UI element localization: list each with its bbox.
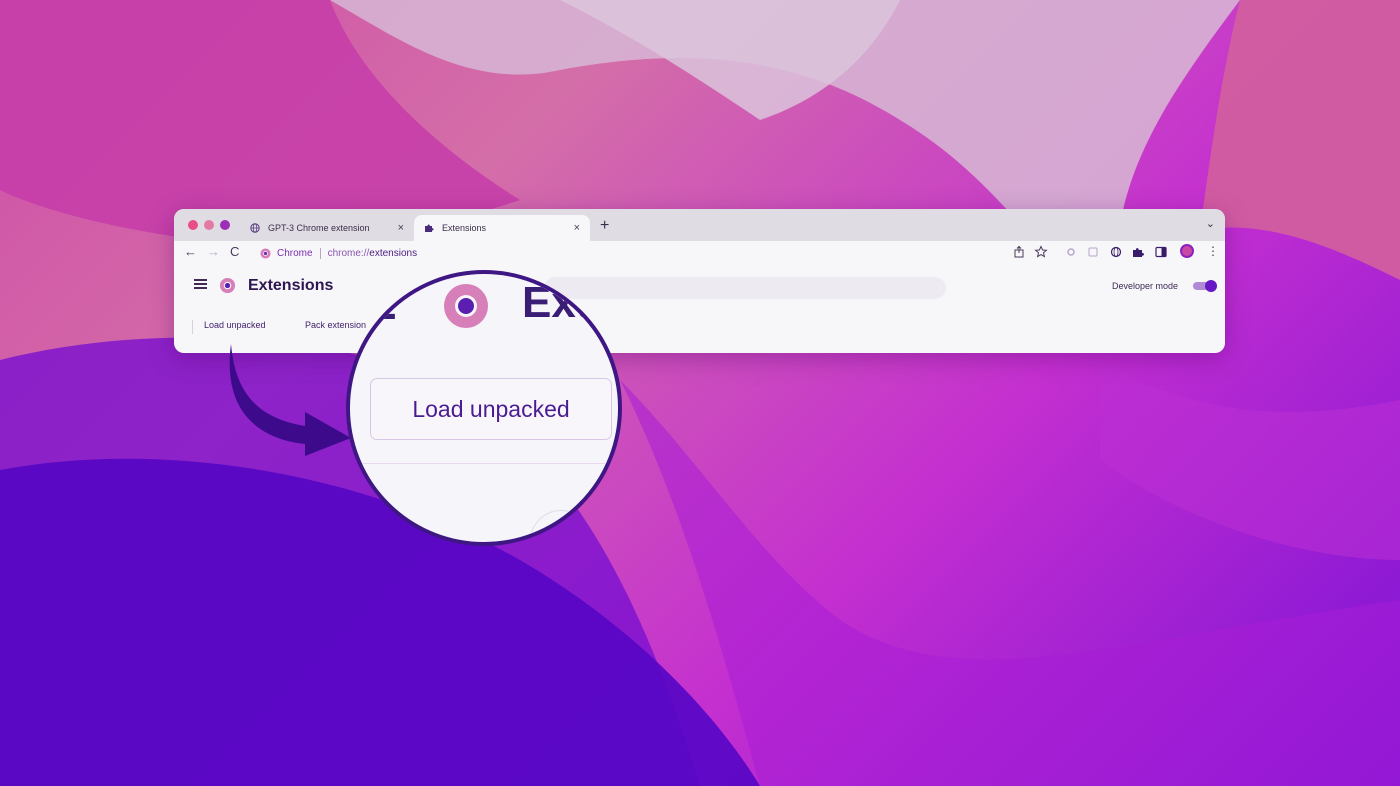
desktop-wallpaper [0, 0, 1400, 786]
globe-icon [250, 223, 260, 233]
developer-mode-label: Developer mode [1112, 281, 1179, 291]
hamburger-menu-icon[interactable] [194, 279, 207, 289]
extensions-logo-icon [219, 277, 236, 294]
extension-square-icon[interactable] [1086, 245, 1100, 259]
address-bar[interactable]: Chrome chrome://extensions [252, 243, 1132, 263]
developer-actions-row: Load unpacked Pack extension [174, 313, 1225, 343]
magnifier-zoom: E Ext Load unpacked [346, 270, 622, 546]
tab-strip: GPT-3 Chrome extension × Extensions × + … [174, 209, 1225, 241]
browser-window: GPT-3 Chrome extension × Extensions × + … [174, 209, 1225, 353]
close-window-button[interactable] [188, 220, 198, 230]
developer-mode-toggle[interactable] [1193, 280, 1217, 292]
extension-globe-icon[interactable] [1109, 245, 1123, 259]
minimize-window-button[interactable] [204, 220, 214, 230]
load-unpacked-button[interactable]: Load unpacked [204, 320, 266, 330]
url-text: chrome://extensions [327, 247, 418, 259]
close-tab-icon[interactable]: × [574, 222, 580, 234]
pack-extension-button[interactable]: Pack extension [305, 320, 366, 330]
magnified-title-fragment: E [366, 277, 397, 329]
magnified-title-text: Ext [522, 278, 591, 327]
actions-divider [192, 320, 193, 334]
extensions-puzzle-icon[interactable] [1131, 245, 1145, 259]
tab-label: GPT-3 Chrome extension [268, 223, 370, 233]
puzzle-icon [425, 224, 434, 232]
magnified-load-unpacked-button[interactable]: Load unpacked [370, 378, 612, 440]
back-button[interactable]: ← [184, 244, 197, 259]
search-extensions-input[interactable] [544, 277, 946, 299]
tab-extensions[interactable]: Extensions × [414, 215, 590, 241]
close-tab-icon[interactable]: × [398, 222, 404, 234]
browser-toolbar: ← → C Chrome chrome://extensions [174, 241, 1225, 265]
zoom-window-button[interactable] [220, 220, 230, 230]
profile-avatar[interactable] [1180, 244, 1194, 258]
extensions-header: Extensions Developer mode [174, 265, 1225, 313]
share-icon[interactable] [1012, 245, 1026, 259]
tab-gpt3-extension[interactable]: GPT-3 Chrome extension × [240, 215, 414, 241]
magnified-divider [362, 463, 618, 464]
new-tab-button[interactable]: + [600, 217, 609, 235]
side-panel-icon[interactable] [1154, 245, 1168, 259]
page-title: Extensions [248, 277, 334, 294]
chrome-icon [260, 247, 271, 259]
reload-button[interactable]: C [230, 244, 239, 259]
extension-action-icon[interactable] [1064, 245, 1078, 259]
forward-button[interactable]: → [207, 244, 220, 259]
tab-label: Extensions [442, 223, 487, 233]
wallpaper-dunes [0, 0, 1400, 786]
chrome-menu-icon[interactable]: ⋮ [1207, 244, 1219, 258]
site-chip: Chrome [277, 247, 313, 259]
bookmark-star-icon[interactable] [1034, 245, 1048, 259]
tab-search-icon[interactable]: ⌄ [1206, 217, 1215, 230]
address-divider [319, 247, 321, 259]
magnified-extensions-logo-icon [444, 284, 488, 328]
